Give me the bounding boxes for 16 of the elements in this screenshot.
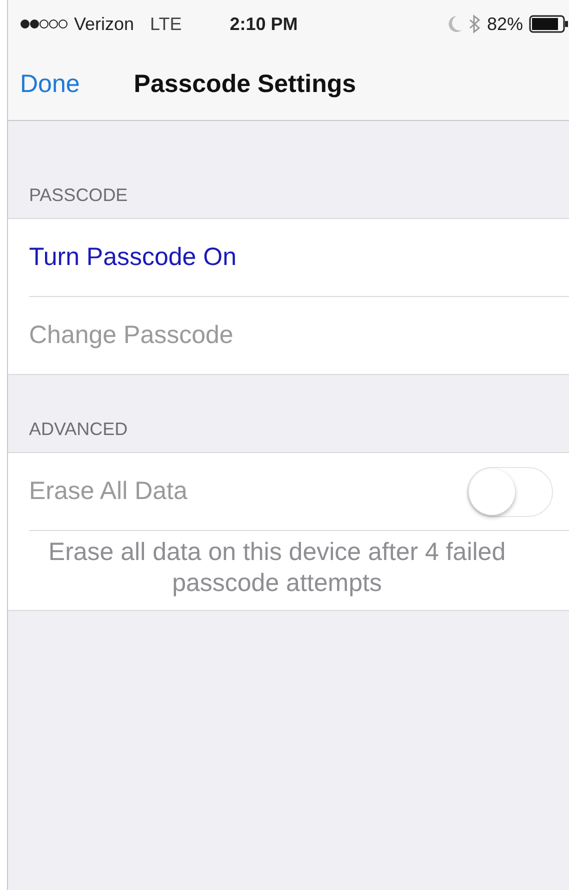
menu-item[interactable]: Turn Passcode On: [29, 243, 237, 272]
done-button[interactable]: Done: [20, 70, 80, 98]
page-title: Passcode Settings: [134, 70, 356, 98]
section-header: ADVANCED: [28, 418, 129, 441]
carrier-name: Verizon: [74, 14, 134, 34]
battery-icon: [529, 15, 569, 33]
status-time: 2:10 PM: [230, 14, 298, 34]
moon-icon: [446, 15, 463, 33]
network-type: LTE: [150, 14, 182, 34]
setting-label: Erase All Data: [29, 477, 188, 506]
menu-item: Change Passcode: [29, 321, 234, 350]
signal-icon: [20, 19, 68, 29]
description-text: Erase all data on this device after 4 failed passcode attempts: [47, 537, 507, 600]
bluetooth-icon: [468, 14, 481, 34]
section-header: PASSCODE: [28, 184, 129, 207]
battery-percent: 82%: [486, 14, 523, 34]
